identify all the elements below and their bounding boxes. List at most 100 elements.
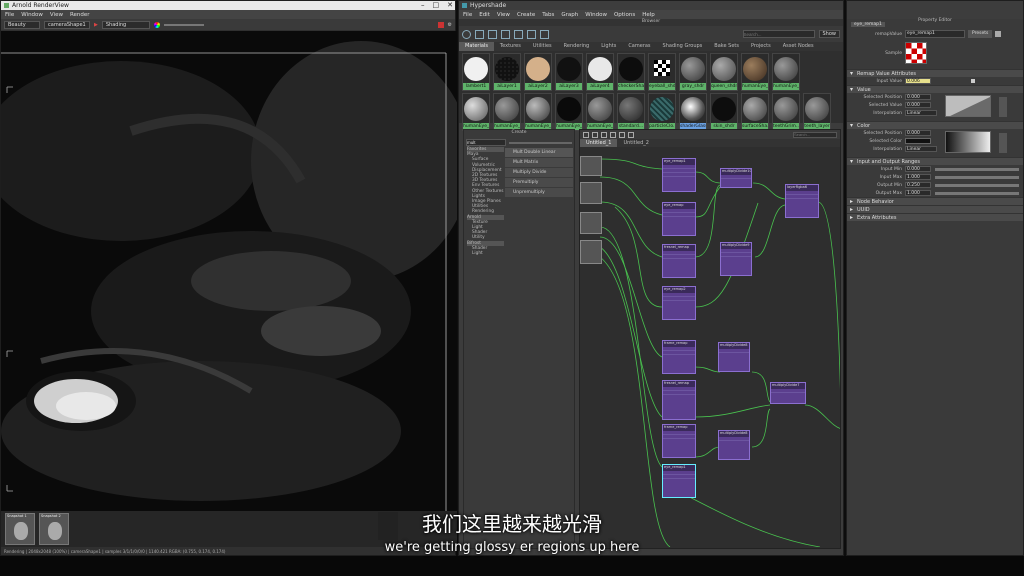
graph-node[interactable]: fresnel_remap [662,244,696,278]
menu-file[interactable]: File [463,12,472,18]
pin-icon[interactable] [628,131,634,138]
graph-node[interactable]: multiplyDivide7 [770,382,806,404]
result-item[interactable]: Mult Matrix [505,158,573,167]
material-swatch[interactable]: teeth_layer [803,93,831,131]
swatch-icon[interactable] [540,29,549,39]
create-search-input[interactable] [466,139,506,146]
material-swatch[interactable]: checkerShader [617,53,645,91]
show-hide-icon[interactable] [995,31,1002,37]
maximize-icon[interactable]: □ [433,1,440,9]
section-value[interactable]: Value [847,85,1023,94]
input-min-field[interactable]: 0.000 [905,166,931,172]
material-swatch[interactable]: gray_shdr [679,53,707,91]
remap-name-field[interactable]: eye_remap1 [905,30,965,38]
material-swatch[interactable]: standard... [617,93,645,131]
shading-dropdown[interactable]: Shading [101,20,150,29]
output-min-field[interactable]: 0.250 [905,182,931,188]
show-button[interactable]: Show [818,30,840,38]
graph-node[interactable]: eye_remap [662,202,696,236]
value-ramp-graph[interactable] [945,95,991,117]
tab-cameras[interactable]: Cameras [622,42,656,51]
graph-search-input[interactable] [793,131,837,138]
graph-node[interactable]: fresnel_remap [662,380,696,420]
menu-edit[interactable]: Edit [479,12,490,18]
material-swatch[interactable]: humanEye_... [772,53,800,91]
input-value-field[interactable]: 0.006 [905,78,931,84]
section-remap-attributes[interactable]: Remap Value Attributes [847,69,1023,78]
graph-node[interactable]: frame_remap [662,424,696,458]
stop-icon[interactable] [437,21,444,28]
menu-create[interactable]: Create [517,12,535,18]
graph-node[interactable]: multiplyDivide10 [720,168,752,188]
render-icon[interactable]: ▶ [94,22,98,28]
tab-lights[interactable]: Lights [595,42,622,51]
menu-file[interactable]: File [5,12,14,18]
tab-asset-nodes[interactable]: Asset Nodes [777,42,820,51]
result-item[interactable]: Mult Double Linear [505,148,573,157]
section-extra-attributes[interactable]: Extra Attributes [847,213,1023,222]
graph-node[interactable]: multiplyDivide8 [718,430,750,460]
aov-dropdown[interactable]: Beauty [4,20,40,29]
material-swatch[interactable]: particleClo... [648,93,676,131]
map-icon[interactable] [971,79,975,83]
grid-icon[interactable] [475,29,484,39]
input-max-field[interactable]: 1.000 [905,174,931,180]
material-swatch[interactable]: eyeball_shdr [648,53,676,91]
filter-icon[interactable] [514,29,523,39]
interpolation-dropdown[interactable]: Linear [905,110,937,116]
tree-item[interactable]: Light [467,251,504,256]
output-max-field[interactable]: 1.000 [905,190,931,196]
material-swatch[interactable]: humanEye_... [524,93,552,131]
color-position-field[interactable]: 0.000 [905,130,931,136]
camera-dropdown[interactable]: cameraShape1 [44,20,90,29]
output-max-slider[interactable] [935,191,1019,195]
place2d-node[interactable] [580,240,602,264]
search-slider[interactable] [509,141,572,144]
menu-render[interactable]: Render [70,12,90,18]
tab-projects[interactable]: Projects [745,42,777,51]
material-swatch[interactable]: humanEye_... [586,93,614,131]
section-node-behavior[interactable]: Node Behavior [847,197,1023,206]
graph-node[interactable]: eye_remap1 [662,464,696,498]
menu-view[interactable]: View [497,12,510,18]
menu-tabs[interactable]: Tabs [542,12,554,18]
result-item[interactable]: Premultiply [505,178,573,187]
place2d-node[interactable] [580,212,602,234]
ramp-expand-button[interactable] [999,97,1007,117]
graph-icon[interactable] [592,131,598,138]
place2d-node[interactable] [580,182,602,204]
input-max-slider[interactable] [935,175,1019,179]
tab-shading-groups[interactable]: Shading Groups [657,42,709,51]
list-icon[interactable] [488,29,497,39]
remove-icon[interactable] [610,131,616,138]
node-editor[interactable]: Untitled_1 Untitled_2 [579,129,841,549]
tree-item[interactable]: Env Textures [467,183,504,188]
tab-rendering[interactable]: Rendering [558,42,596,51]
tab-untitled-1[interactable]: Untitled_1 [580,139,618,147]
add-icon[interactable] [601,131,607,138]
material-swatch[interactable]: aiLayer3 [555,53,583,91]
place2d-node[interactable] [580,156,602,176]
tab-materials[interactable]: Materials [459,42,494,51]
section-color[interactable]: Color [847,121,1023,130]
camera-icon[interactable] [462,29,471,39]
output-min-slider[interactable] [935,183,1019,187]
material-swatch[interactable]: surfaceSha... [741,93,769,131]
menu-graph[interactable]: Graph [561,12,578,18]
close-icon[interactable]: ✕ [447,1,453,9]
section-input-output-ranges[interactable]: Input and Output Ranges [847,157,1023,166]
material-swatch[interactable]: skin_shdr [710,93,738,131]
material-swatch[interactable]: aiLayer4 [586,53,614,91]
tab-bake-sets[interactable]: Bake Sets [708,42,745,51]
menu-view[interactable]: View [50,12,63,18]
layout-icon[interactable] [619,131,625,138]
material-swatch[interactable]: humanEye_... [555,93,583,131]
material-swatch[interactable]: humanEye_... [493,93,521,131]
color-icon[interactable] [153,21,160,28]
exposure-slider[interactable] [163,23,204,26]
sort-icon[interactable] [501,29,510,39]
result-item[interactable]: Unpremultiply [505,188,573,197]
input-min-slider[interactable] [935,167,1019,171]
tab-untitled-2[interactable]: Untitled_2 [617,139,654,147]
material-swatch[interactable]: aiLayer2 [524,53,552,91]
